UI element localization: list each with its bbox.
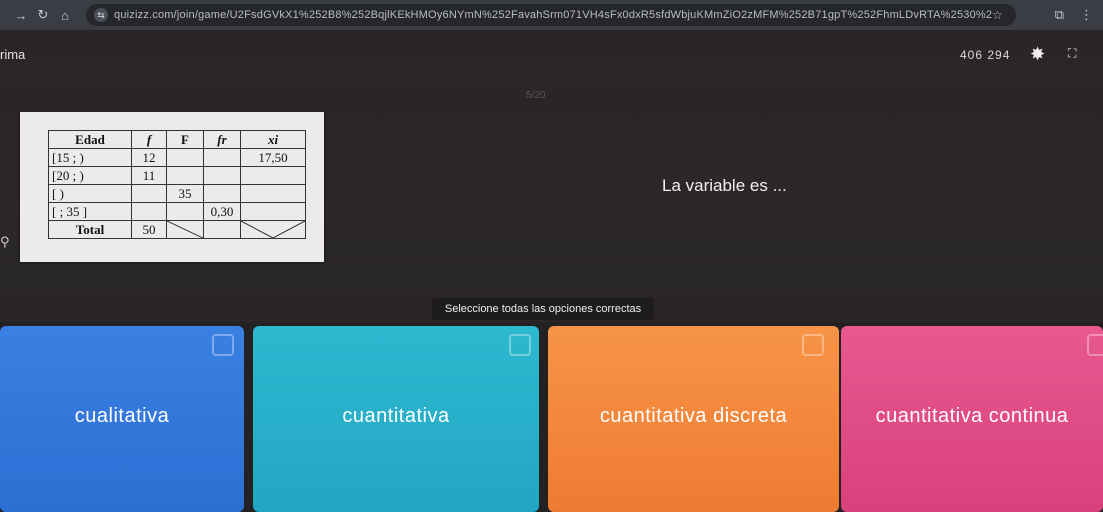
cell-f: 12 <box>131 148 167 167</box>
table-header-row: Edad f F fr xi <box>48 130 306 149</box>
table-total-row: Total 50 <box>48 220 306 239</box>
cell-xi <box>240 202 306 221</box>
fullscreen-icon[interactable]: ⛶ <box>1068 46 1076 61</box>
cell-F: 35 <box>166 184 204 203</box>
table-row: [ ; 35 ] 0,30 <box>48 202 306 221</box>
option-label: cualitativa <box>74 404 170 427</box>
header-left-text: rima <box>0 47 26 62</box>
cell-empty <box>203 220 241 239</box>
question-text: La variable es ... <box>662 176 787 195</box>
site-settings-icon[interactable]: ⇆ <box>94 8 108 22</box>
cell-crossed <box>166 220 204 239</box>
reload-icon[interactable]: ↻ <box>32 7 54 23</box>
cell-edad: [20 ; ) <box>48 166 132 185</box>
cell-F <box>166 202 204 221</box>
option-label: cuantitativa discreta <box>599 404 788 427</box>
forward-arrow-icon[interactable]: → <box>10 8 32 23</box>
quiz-header: rima 406 294 ✸ ⛶ <box>0 30 1103 82</box>
cell-edad: [ ) <box>48 184 132 203</box>
question-progress: 5/20 <box>526 90 546 101</box>
address-bar[interactable]: ⇆ quizizz.com/join/game/U2FsdGVkX1%252B8… <box>86 4 1016 26</box>
cell-fr <box>203 148 241 167</box>
header-f: f <box>131 130 167 149</box>
checkbox-icon[interactable] <box>802 334 824 356</box>
zoom-icon[interactable]: ⚲ <box>0 234 10 250</box>
table-row: [ ) 35 <box>48 184 306 203</box>
header-xi: xi <box>240 130 306 149</box>
cell-edad: [15 ; ) <box>48 148 132 167</box>
gear-icon[interactable]: ✸ <box>1030 44 1045 65</box>
checkbox-icon[interactable] <box>1087 334 1103 356</box>
instruction-pill: Seleccione todas las opciones correctas <box>432 298 654 320</box>
cell-xi: 17,50 <box>240 148 306 167</box>
option-label: cuantitativa <box>342 404 450 427</box>
cell-total-label: Total <box>48 220 132 239</box>
cell-F <box>166 148 204 167</box>
bookmark-star-icon[interactable]: ☆ <box>992 8 1008 22</box>
cell-edad: [ ; 35 ] <box>48 202 132 221</box>
extensions-icon[interactable]: ⧉ <box>1055 7 1064 23</box>
cell-f <box>131 184 167 203</box>
cell-f: 11 <box>131 166 167 185</box>
question-area: 5/20 ⚲ Edad f F fr xi [15 ; ) 12 17,50 [… <box>0 82 1103 292</box>
option-label: cuantitativa continua <box>875 404 1069 427</box>
option-cuantitativa-continua[interactable]: cuantitativa continua <box>841 326 1103 512</box>
cell-fr <box>203 184 241 203</box>
cell-fr <box>203 166 241 185</box>
table-row: [15 ; ) 12 17,50 <box>48 148 306 167</box>
checkbox-icon[interactable] <box>509 334 531 356</box>
menu-dots-icon[interactable]: ⋮ <box>1080 7 1093 23</box>
answer-options: cualitativa cuantitativa cuantitativa di… <box>0 322 1103 512</box>
cell-F <box>166 166 204 185</box>
frequency-table: Edad f F fr xi [15 ; ) 12 17,50 [20 ; ) … <box>48 130 306 239</box>
option-cuantitativa-discreta[interactable]: cuantitativa discreta <box>548 326 839 512</box>
cell-f <box>131 202 167 221</box>
option-cualitativa[interactable]: cualitativa <box>0 326 244 512</box>
cell-xi <box>240 184 306 203</box>
table-row: [20 ; ) 11 <box>48 166 306 185</box>
cell-xi <box>240 166 306 185</box>
cell-fr: 0,30 <box>203 202 241 221</box>
header-fr: fr <box>203 130 241 149</box>
header-edad: Edad <box>48 130 132 149</box>
checkbox-icon[interactable] <box>212 334 234 356</box>
cell-crossed <box>240 220 306 239</box>
browser-toolbar: → ↻ ⌂ ⇆ quizizz.com/join/game/U2FsdGVkX1… <box>0 0 1103 30</box>
cell-total-value: 50 <box>131 220 167 239</box>
score-display: 406 294 <box>960 48 1011 62</box>
url-text: quizizz.com/join/game/U2FsdGVkX1%252B8%2… <box>114 9 992 21</box>
question-image[interactable]: Edad f F fr xi [15 ; ) 12 17,50 [20 ; ) … <box>20 112 324 262</box>
header-F: F <box>166 130 204 149</box>
option-cuantitativa[interactable]: cuantitativa <box>253 326 539 512</box>
home-icon[interactable]: ⌂ <box>54 8 76 23</box>
